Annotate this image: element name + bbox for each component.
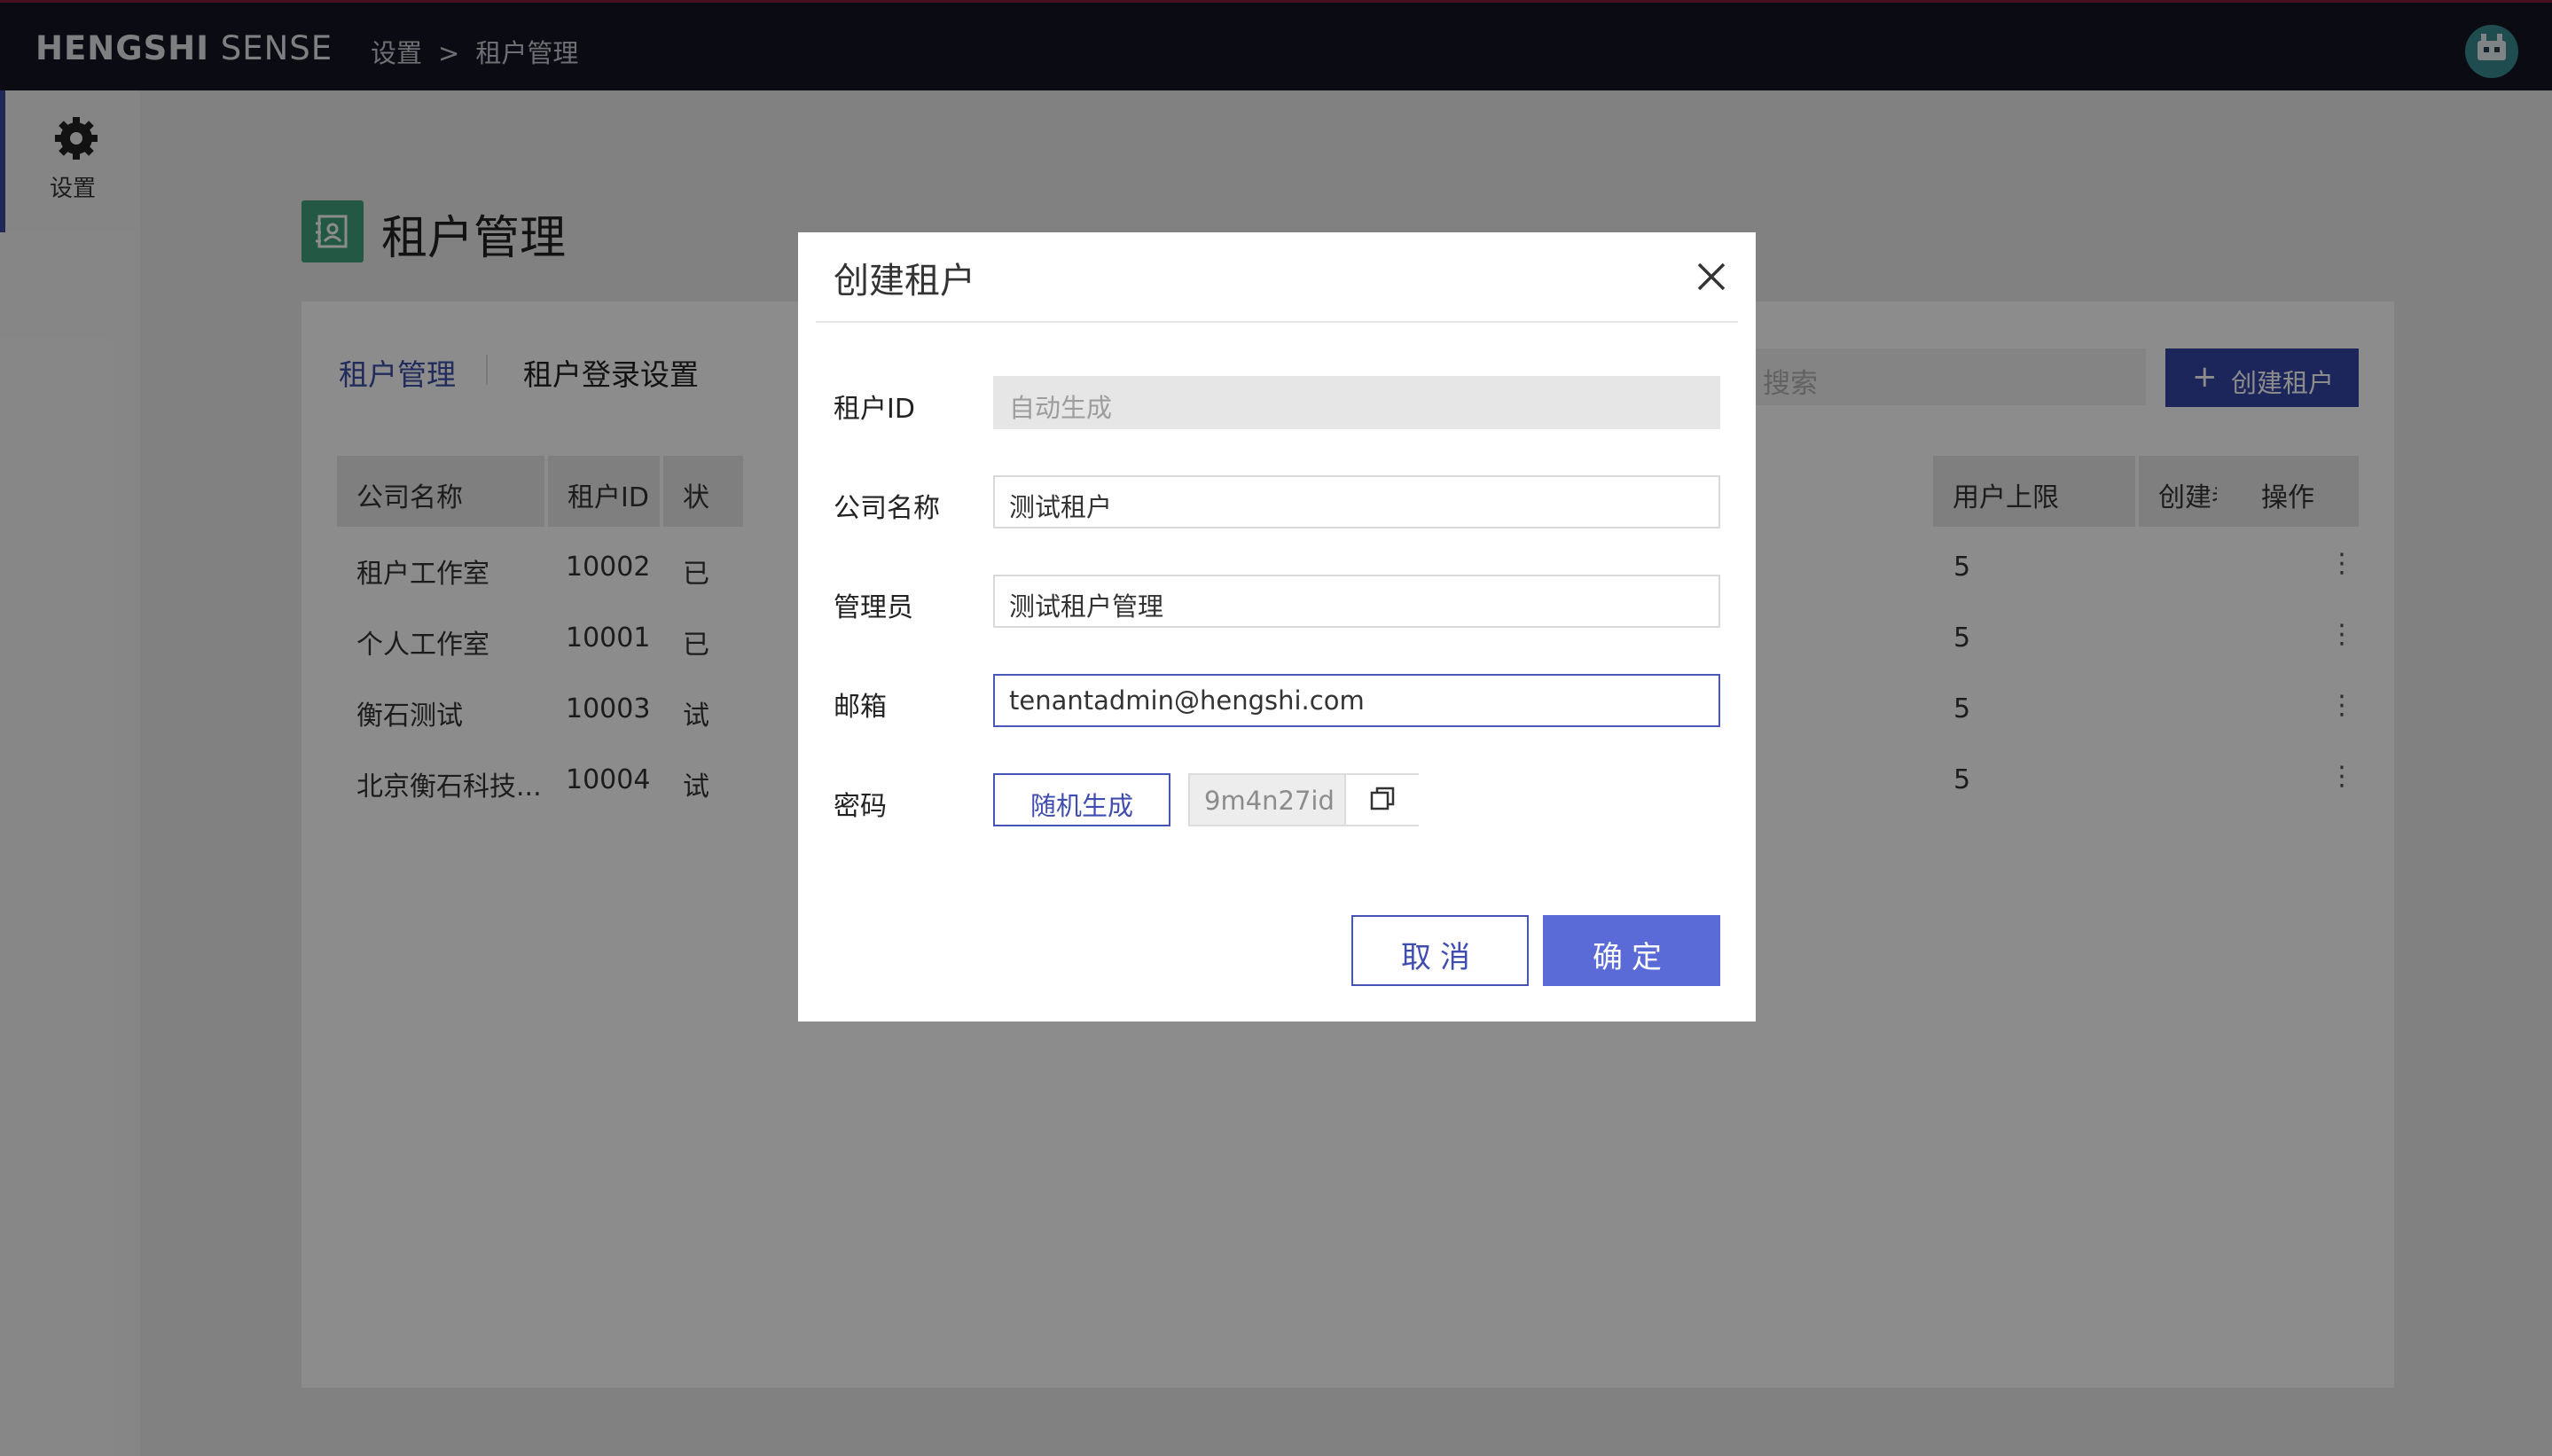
company-name-label: 公司名称 [834, 493, 940, 524]
copy-password-button[interactable] [1344, 775, 1419, 825]
confirm-button[interactable]: 确定 [1543, 915, 1720, 986]
tenant-id-label: 租户ID [834, 394, 915, 425]
password-label: 密码 [834, 791, 887, 822]
dialog-title: 创建租户 [834, 261, 975, 301]
cancel-button[interactable]: 取消 [1351, 915, 1529, 986]
copy-icon [1370, 787, 1395, 810]
close-icon[interactable] [1692, 257, 1731, 296]
generate-password-button[interactable]: 随机生成 [993, 773, 1170, 826]
email-label: 邮箱 [834, 692, 887, 723]
create-tenant-dialog: 创建租户 租户ID 自动生成 公司名称 测试租户 管理员 测试租户管理 邮箱 t… [798, 232, 1756, 1022]
admin-field[interactable]: 测试租户管理 [993, 575, 1720, 628]
dialog-divider [816, 321, 1738, 323]
tenant-id-field: 自动生成 [993, 376, 1720, 429]
admin-label: 管理员 [834, 592, 913, 623]
email-field[interactable]: tenantadmin@hengshi.com [993, 674, 1720, 727]
company-name-field[interactable]: 测试租户 [993, 475, 1720, 528]
password-value: 9m4n27id [1204, 786, 1335, 816]
password-display: 9m4n27id [1188, 773, 1419, 826]
